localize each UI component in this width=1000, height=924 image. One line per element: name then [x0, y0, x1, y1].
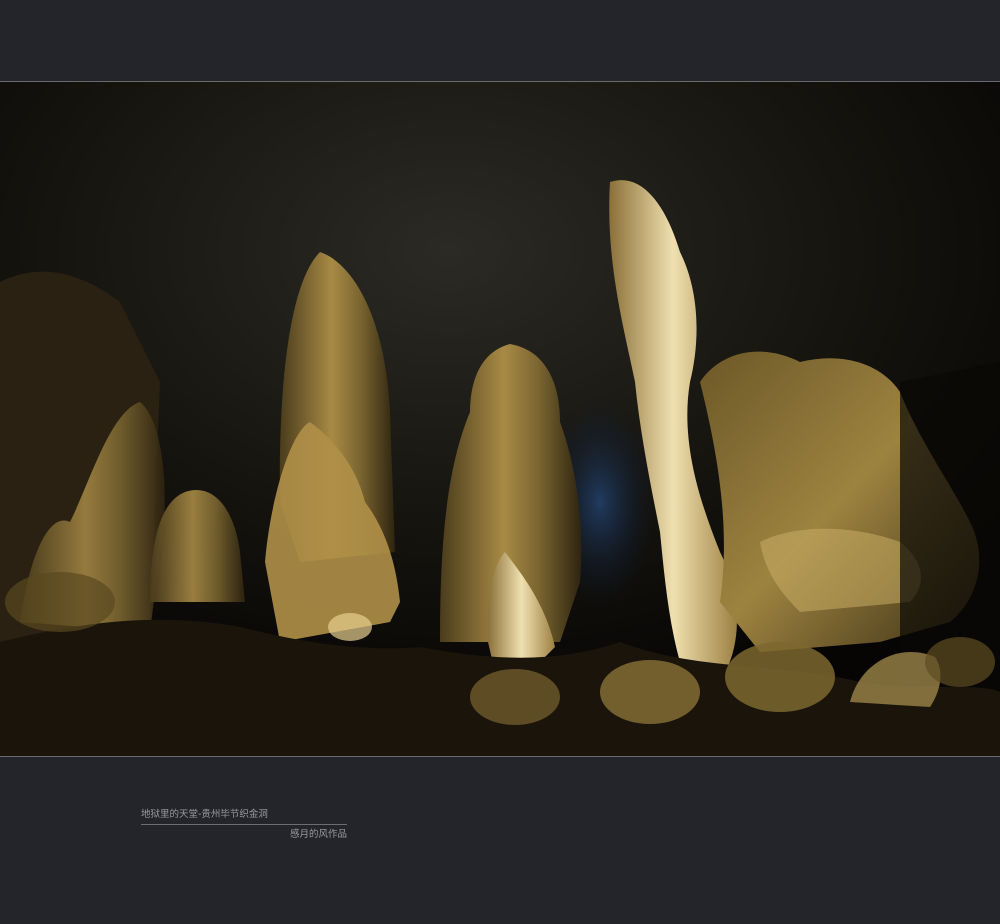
column-glow	[328, 613, 372, 641]
caption-title: 地狱里的天堂-贵州毕节织金洞	[141, 809, 268, 820]
cave-photo	[0, 81, 1000, 757]
caption-author: 感月的风作品	[289, 829, 347, 840]
foreground-boulder-1	[470, 669, 560, 725]
top-margin	[0, 0, 1000, 81]
caption-divider	[141, 824, 347, 825]
foreground-boulder-3	[725, 642, 835, 712]
left-foreground-rock	[5, 572, 115, 632]
foreground-boulder-2	[600, 660, 700, 724]
foreground-boulder-4	[925, 637, 995, 687]
photo-caption: 地狱里的天堂-贵州毕节织金洞 感月的风作品	[141, 808, 347, 842]
